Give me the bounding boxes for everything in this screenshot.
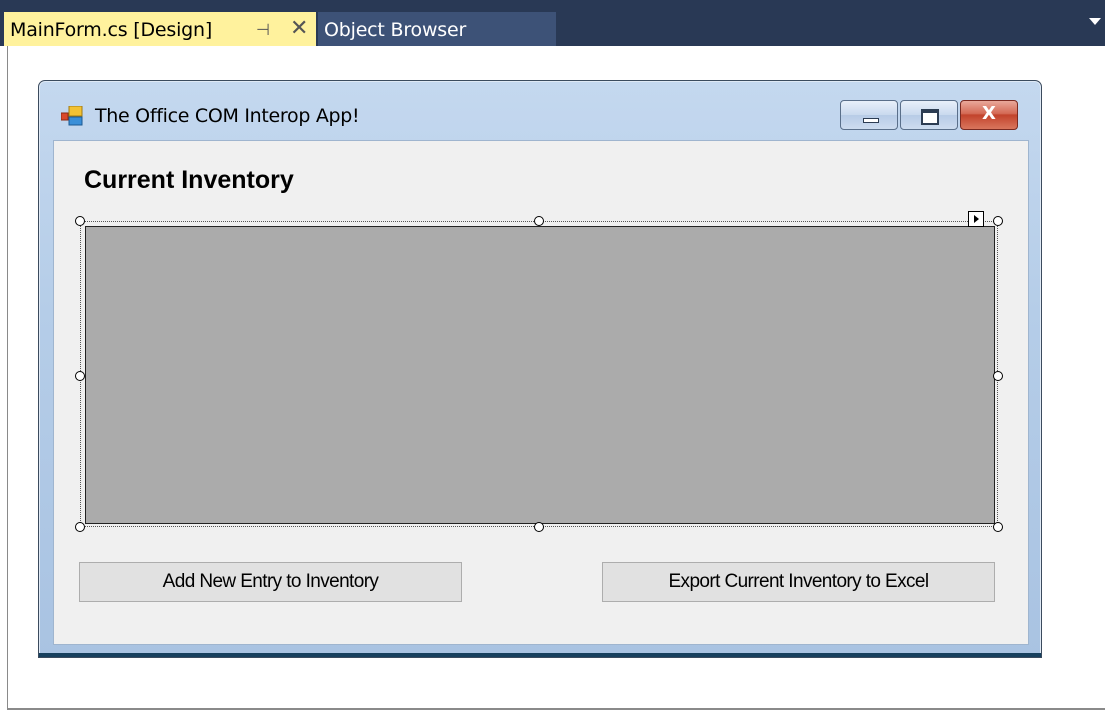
form-client-area: Current Inventory Add New Entry to Inven… (53, 140, 1029, 645)
minimize-icon (863, 118, 879, 123)
data-grid[interactable] (85, 226, 995, 524)
export-excel-button[interactable]: Export Current Inventory to Excel (602, 562, 995, 602)
surface-border (7, 46, 8, 710)
smart-tag-icon[interactable] (968, 211, 984, 227)
resize-handle-bottom-left[interactable] (75, 522, 85, 532)
add-entry-button[interactable]: Add New Entry to Inventory (79, 562, 462, 602)
windows-form-icon (61, 106, 83, 126)
resize-handle-top-left[interactable] (75, 216, 85, 226)
document-tab-strip: MainForm.cs [Design] ⊣ ✕ Object Browser (0, 0, 1105, 46)
maximize-icon (921, 109, 939, 125)
close-button[interactable]: X (960, 100, 1018, 130)
resize-handle-right[interactable] (993, 371, 1003, 381)
tab-object-browser[interactable]: Object Browser (318, 12, 556, 46)
tab-label: Object Browser (324, 19, 467, 41)
pin-icon[interactable]: ⊣ (256, 20, 270, 40)
form-title: The Office COM Interop App! (95, 105, 360, 127)
close-icon: X (982, 103, 996, 124)
resize-handle-top-right[interactable] (993, 216, 1003, 226)
resize-handle-top[interactable] (534, 216, 544, 226)
tab-label: MainForm.cs [Design] (10, 19, 213, 41)
tab-dropdown-icon[interactable] (1089, 18, 1101, 25)
resize-handle-bottom[interactable] (534, 522, 544, 532)
form-window[interactable]: The Office COM Interop App! X Current In… (38, 80, 1042, 658)
inventory-heading: Current Inventory (84, 166, 294, 194)
resize-handle-left[interactable] (75, 371, 85, 381)
minimize-button[interactable] (840, 100, 898, 130)
resize-handle-bottom-right[interactable] (993, 522, 1003, 532)
maximize-button[interactable] (900, 100, 958, 130)
close-tab-icon[interactable]: ✕ (290, 16, 308, 41)
tab-mainform-design[interactable]: MainForm.cs [Design] ⊣ ✕ (4, 12, 316, 46)
